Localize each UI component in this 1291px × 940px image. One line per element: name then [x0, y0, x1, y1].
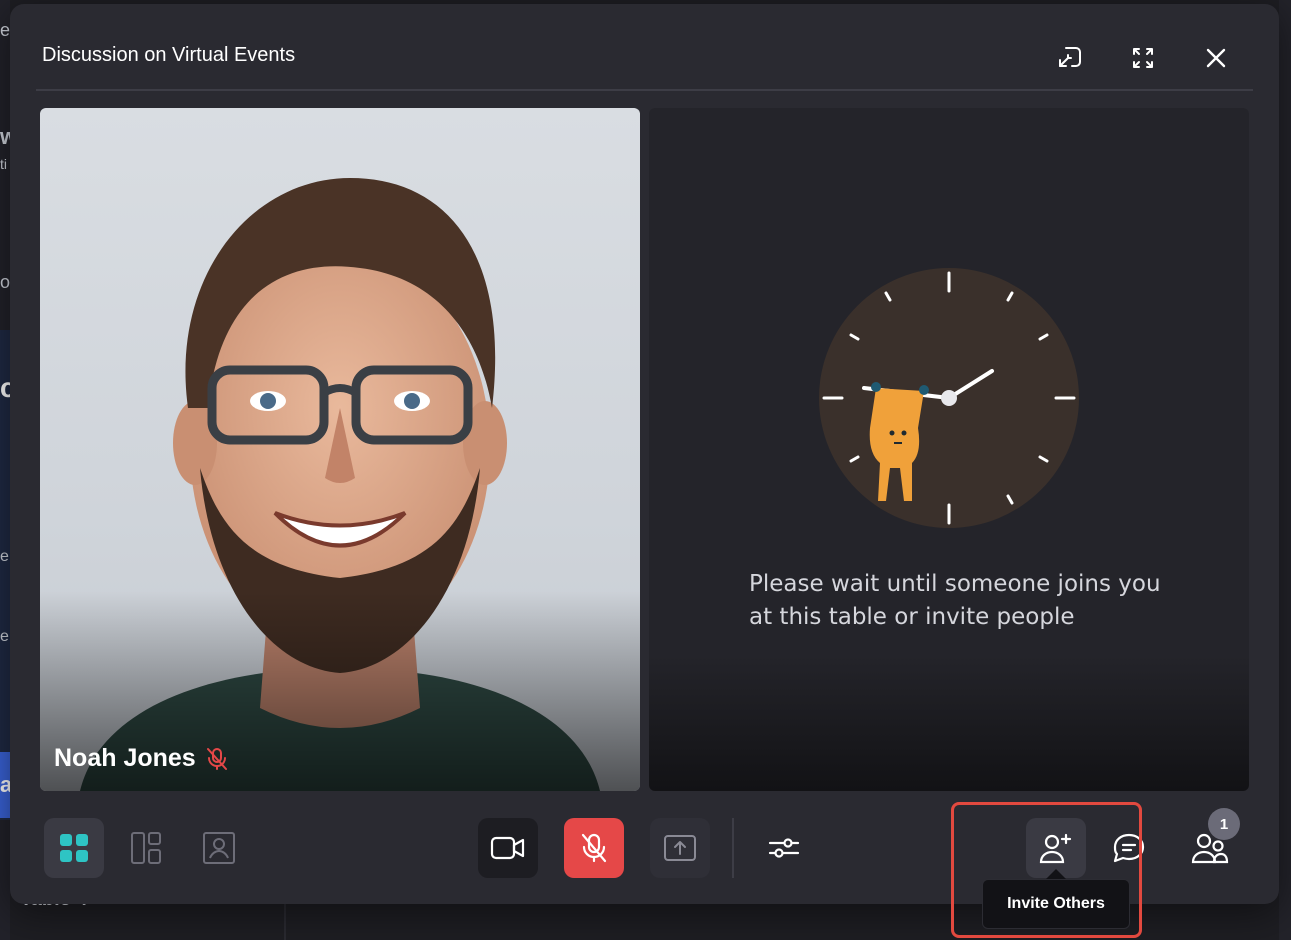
invite-others-tooltip: Invite Others — [982, 879, 1130, 929]
close-icon — [1206, 48, 1226, 68]
grid-layout-button[interactable] — [44, 818, 104, 878]
settings-sliders-icon — [768, 838, 800, 858]
people-count-badge: 1 — [1208, 808, 1240, 840]
clock-illustration — [819, 268, 1079, 528]
speaker-layout-button[interactable] — [189, 818, 249, 878]
sidebar-layout-button[interactable] — [116, 818, 176, 878]
modal-title: Discussion on Virtual Events — [42, 44, 296, 66]
tooltip-arrow — [1046, 869, 1066, 879]
waiting-message: Please wait until someone joins you at t… — [749, 571, 1161, 630]
speaker-layout-icon — [203, 832, 235, 864]
chat-icon — [1113, 833, 1145, 863]
background-text: ti — [0, 156, 7, 172]
background-text: e — [0, 548, 9, 565]
background-right-strip — [1279, 0, 1291, 940]
popout-button[interactable] — [1050, 38, 1090, 78]
grid-layout-icon — [60, 834, 88, 862]
share-screen-icon — [664, 835, 696, 861]
meeting-modal: Discussion on Virtual Events Noah Jones … — [10, 4, 1279, 904]
header-divider — [36, 89, 1253, 91]
share-screen-button[interactable] — [650, 818, 710, 878]
camera-button[interactable] — [478, 818, 538, 878]
chat-button[interactable] — [1099, 818, 1159, 878]
mic-off-icon — [581, 833, 607, 863]
mute-button[interactable] — [564, 818, 624, 878]
mic-muted-icon — [206, 747, 227, 770]
participant-name: Noah Jones — [54, 744, 196, 772]
settings-button[interactable] — [754, 818, 814, 878]
participant-video-tile[interactable]: Noah Jones — [40, 108, 640, 791]
background-divider — [284, 904, 286, 940]
participant-name-label: Noah Jones — [54, 744, 228, 773]
background-text: e — [0, 628, 9, 645]
background-text: o — [0, 272, 11, 292]
toolbar-divider — [732, 818, 734, 878]
invite-icon — [1039, 833, 1072, 864]
close-button[interactable] — [1196, 38, 1236, 78]
waiting-tile: Please wait until someone joins you at t… — [649, 108, 1249, 791]
fullscreen-icon — [1133, 48, 1153, 68]
background-text: e — [0, 20, 11, 40]
sidebar-layout-icon — [131, 832, 161, 864]
fullscreen-button[interactable] — [1123, 38, 1163, 78]
popout-icon — [1059, 47, 1081, 67]
camera-icon — [490, 836, 525, 860]
